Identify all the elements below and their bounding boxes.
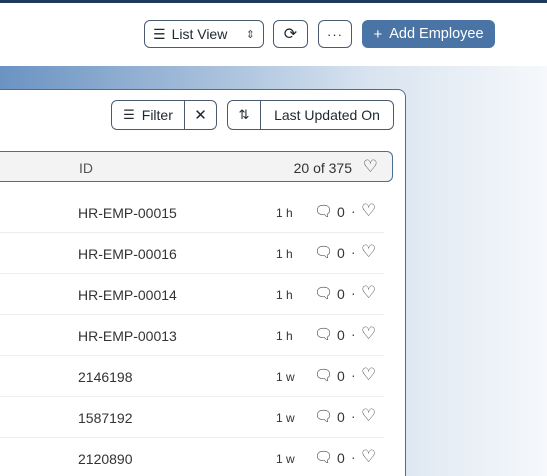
row-modified-time: 1 h <box>276 247 293 261</box>
list-row[interactable]: HR-EMP-00014 1 h 🗨 0 · ♡ <box>0 274 384 315</box>
row-modified-time: 1 h <box>276 288 293 302</box>
row-id[interactable]: HR-EMP-00016 <box>78 246 177 262</box>
list-row[interactable]: HR-EMP-00016 1 h 🗨 0 · ♡ <box>0 233 384 274</box>
close-icon: ✕ <box>194 107 207 124</box>
sort-label: Last Updated On <box>274 107 380 123</box>
filter-label: Filter <box>141 107 173 123</box>
sort-direction-button[interactable]: ⇅ <box>228 101 261 129</box>
add-employee-label: Add Employee <box>389 26 484 42</box>
comment-icon: 🗨 <box>314 326 334 343</box>
filter-button[interactable]: ☰ Filter <box>112 101 185 129</box>
separator-dot: · <box>351 449 356 465</box>
comment-icon: 🗨 <box>314 408 334 425</box>
heart-icon[interactable]: ♡ <box>361 201 376 221</box>
heart-icon[interactable]: ♡ <box>361 447 376 467</box>
sort-icon: ⇅ <box>238 107 250 122</box>
row-id[interactable]: 2146198 <box>78 369 133 385</box>
comment-icon: 🗨 <box>314 203 334 220</box>
heart-icon[interactable]: ♡ <box>361 283 376 303</box>
filter-group: ☰ Filter ✕ <box>111 100 217 130</box>
comment-count: 0 <box>337 409 345 425</box>
row-id[interactable]: HR-EMP-00015 <box>78 205 177 221</box>
row-id[interactable]: HR-EMP-00014 <box>78 287 177 303</box>
more-actions-button[interactable]: ··· <box>318 20 352 48</box>
list-view-select[interactable]: ☰ List View ⇕ <box>144 20 264 48</box>
comment-count: 0 <box>337 450 345 466</box>
heart-icon[interactable]: ♡ <box>361 365 376 385</box>
comment-count: 0 <box>337 368 345 384</box>
record-count: 20 of 375 <box>293 160 352 176</box>
separator-dot: · <box>351 285 356 301</box>
sort-field-button[interactable]: Last Updated On <box>261 101 393 129</box>
row-modified-time: 1 w <box>276 411 295 425</box>
comment-count: 0 <box>337 245 345 261</box>
comment-icon: 🗨 <box>314 449 334 466</box>
heart-icon[interactable]: ♡ <box>361 324 376 344</box>
plus-icon: + <box>373 25 383 43</box>
separator-dot: · <box>351 203 356 219</box>
row-modified-time: 1 w <box>276 452 295 466</box>
heart-icon[interactable]: ♡ <box>361 406 376 426</box>
comment-count: 0 <box>337 286 345 302</box>
comment-icon: 🗨 <box>314 367 334 384</box>
separator-dot: · <box>351 326 356 342</box>
toolbar: ☰ List View ⇕ ⟳ ··· + Add Employee <box>0 20 547 50</box>
comment-count: 0 <box>337 204 345 220</box>
comment-count: 0 <box>337 327 345 343</box>
list-header: ID 20 of 375 ♡ <box>0 151 393 182</box>
row-modified-time: 1 w <box>276 370 295 384</box>
list-row[interactable]: 1587192 1 w 🗨 0 · ♡ <box>0 397 384 438</box>
heart-icon[interactable]: ♡ <box>361 242 376 262</box>
row-id[interactable]: HR-EMP-00013 <box>78 328 177 344</box>
top-rule <box>0 0 547 3</box>
filter-icon: ☰ <box>123 107 135 122</box>
refresh-button[interactable]: ⟳ <box>273 20 308 48</box>
list-row[interactable]: 2120890 1 w 🗨 0 · ♡ <box>0 438 384 476</box>
list-icon: ☰ <box>153 25 166 42</box>
more-icon: ··· <box>327 26 343 42</box>
sort-group: ⇅ Last Updated On <box>227 100 394 130</box>
list-rows: HR-EMP-00015 1 h 🗨 0 · ♡ HR-EMP-00016 1 … <box>0 192 384 476</box>
row-modified-time: 1 h <box>276 206 293 220</box>
separator-dot: · <box>351 408 356 424</box>
row-modified-time: 1 h <box>276 329 293 343</box>
chevron-updown-icon: ⇕ <box>245 28 255 41</box>
id-column-header: ID <box>79 160 93 176</box>
list-view-label: List View <box>171 26 228 42</box>
list-row[interactable]: HR-EMP-00013 1 h 🗨 0 · ♡ <box>0 315 384 356</box>
refresh-icon: ⟳ <box>283 26 298 43</box>
add-employee-button[interactable]: + Add Employee <box>362 20 495 48</box>
separator-dot: · <box>351 367 356 383</box>
comment-icon: 🗨 <box>314 285 334 302</box>
row-id[interactable]: 1587192 <box>78 410 133 426</box>
heart-icon[interactable]: ♡ <box>363 157 378 177</box>
comment-icon: 🗨 <box>314 244 334 261</box>
list-row[interactable]: 2146198 1 w 🗨 0 · ♡ <box>0 356 384 397</box>
clear-filter-button[interactable]: ✕ <box>185 101 216 129</box>
list-row[interactable]: HR-EMP-00015 1 h 🗨 0 · ♡ <box>0 192 384 233</box>
row-id[interactable]: 2120890 <box>78 451 133 467</box>
separator-dot: · <box>351 244 356 260</box>
